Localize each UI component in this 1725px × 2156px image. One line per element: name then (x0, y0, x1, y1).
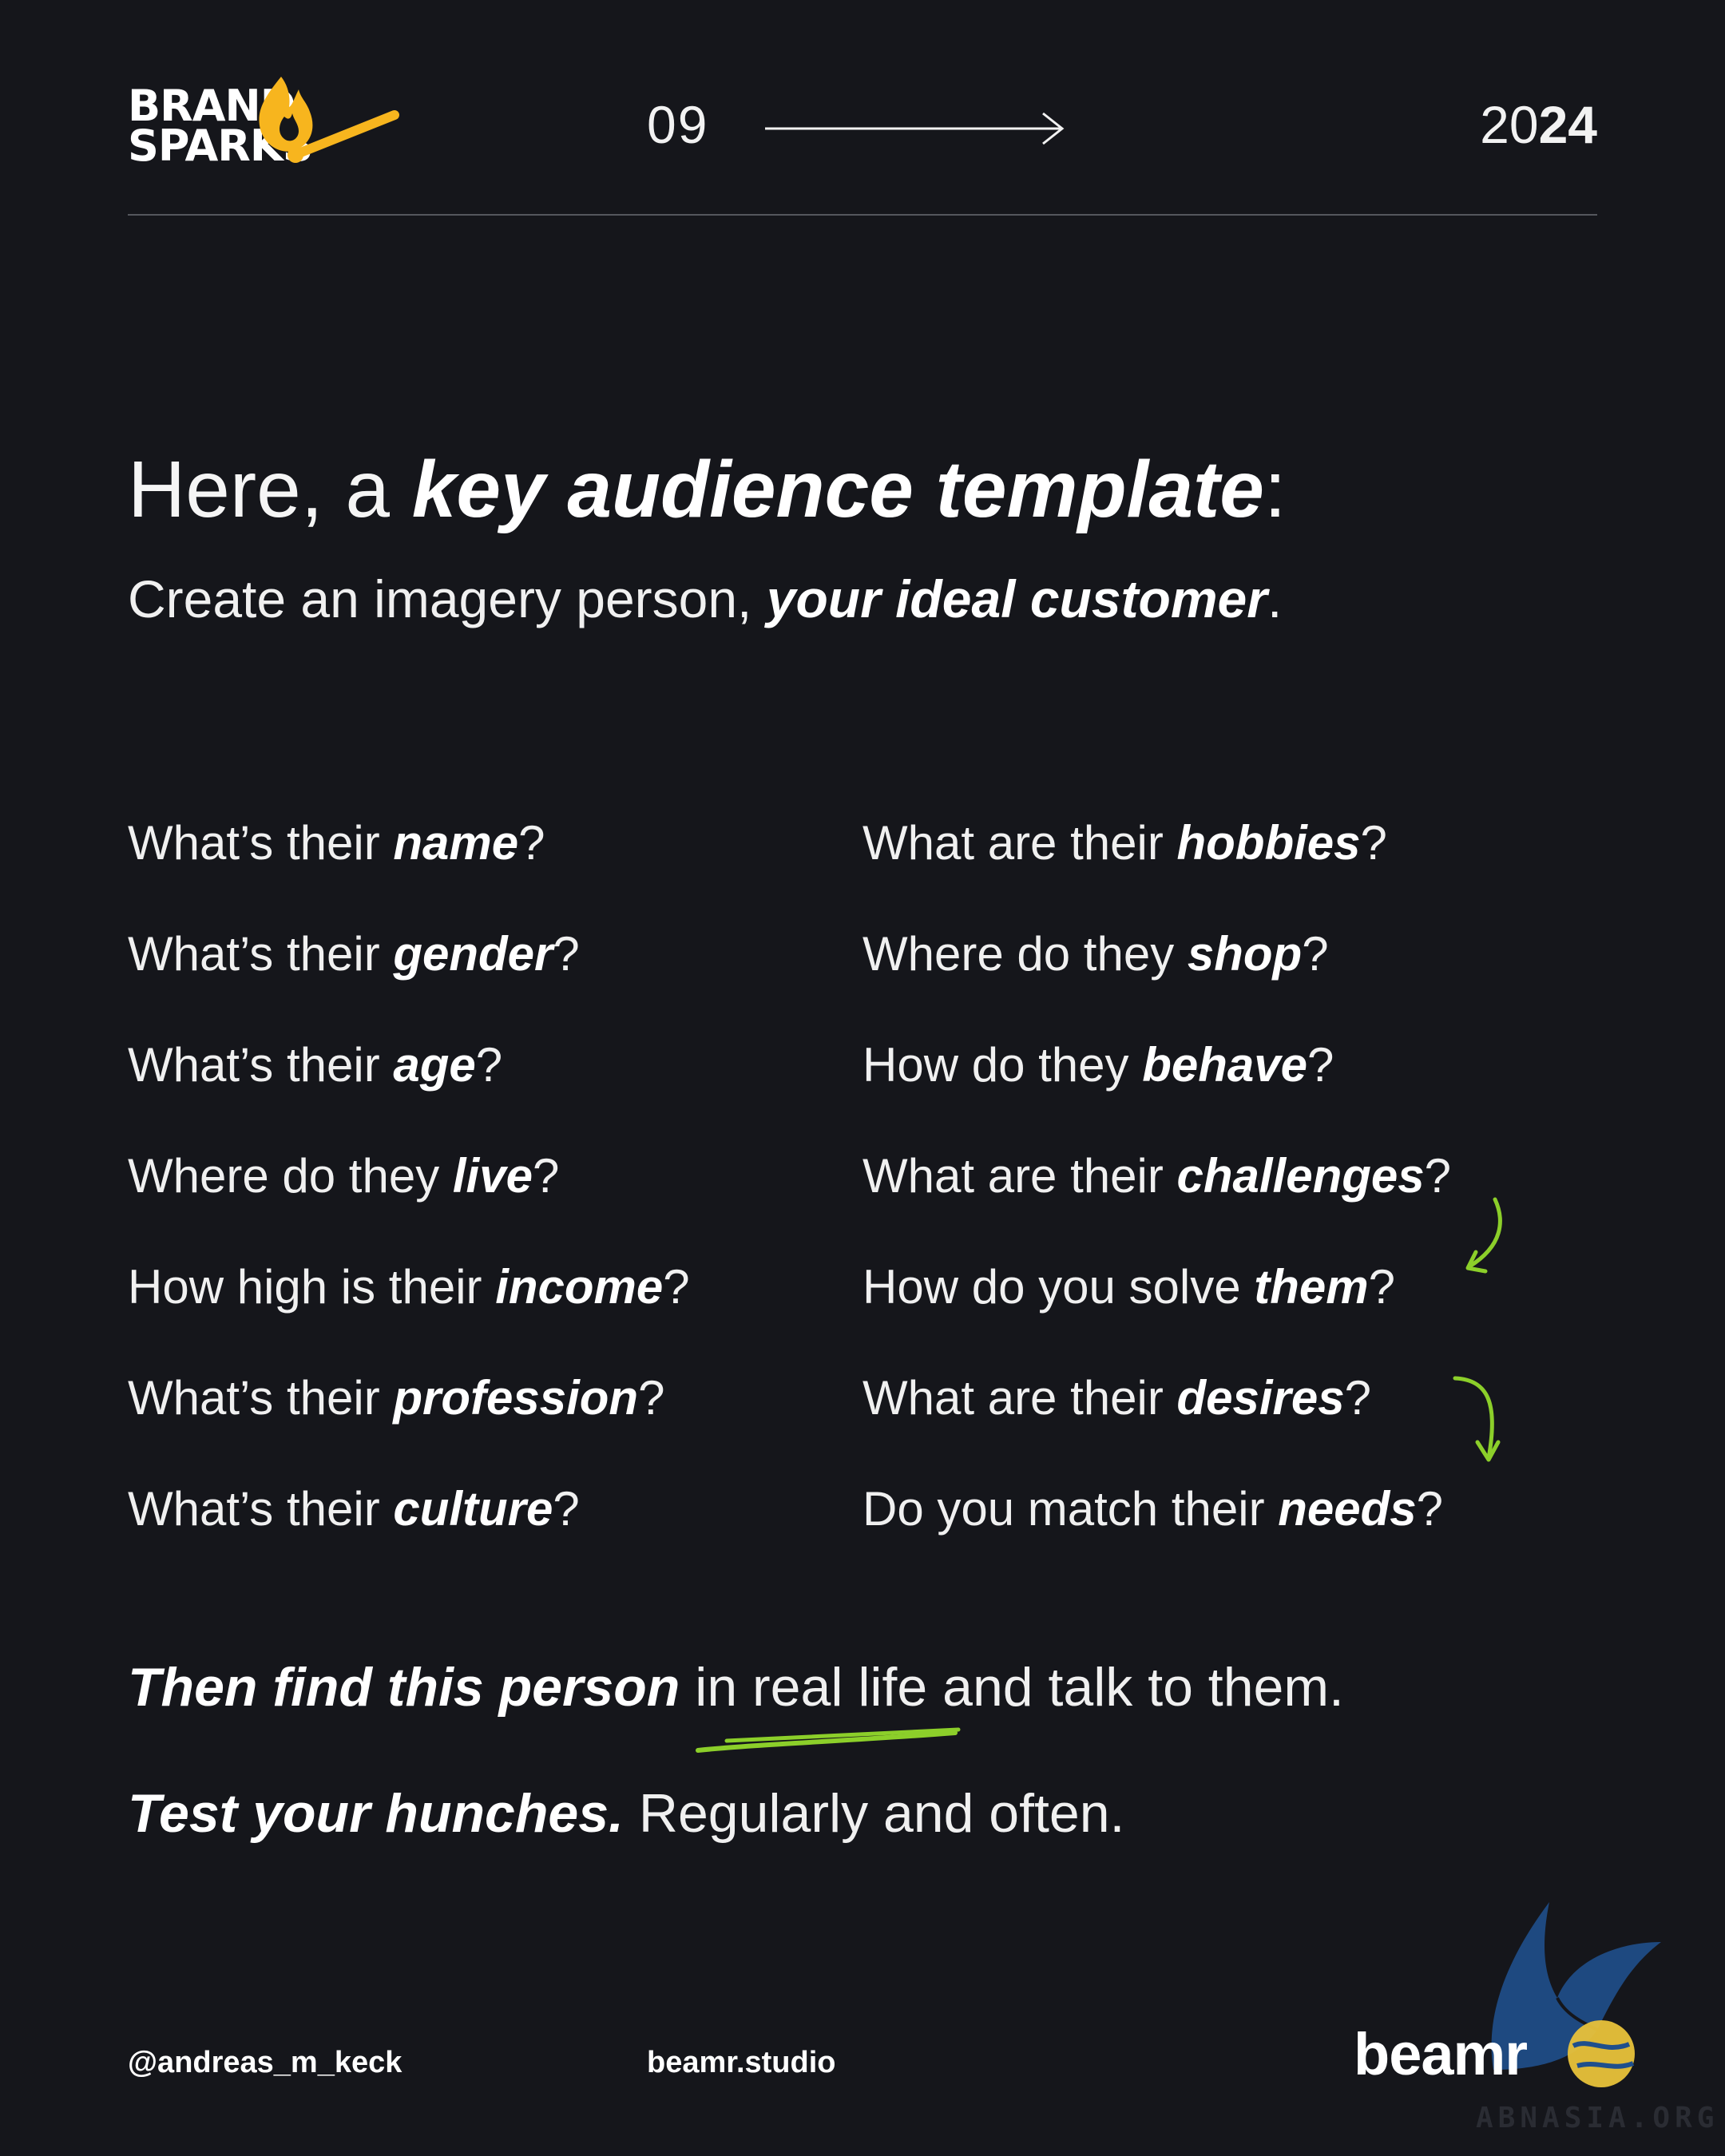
question-item: Do you match their needs? (862, 1482, 1444, 1536)
question-item: How high is their income? (128, 1260, 690, 1314)
questions-left-column: What’s their name? What’s their gender? … (128, 787, 690, 1564)
curved-arrow-down-left-icon (1465, 1197, 1502, 1274)
year: 2024 (1480, 94, 1597, 155)
watermark-text: ABNASIA.ORG (1476, 2102, 1719, 2134)
closing-line-2: Test your hunches. Regularly and often. (128, 1783, 1125, 1844)
year-bold: 24 (1538, 95, 1597, 154)
question-item: What are their challenges? (862, 1149, 1452, 1203)
arrow-right-icon (765, 112, 1065, 145)
question-item: What’s their gender? (128, 927, 580, 981)
question-item: Where do they live? (128, 1149, 560, 1203)
question-item: How do you solve them? (862, 1260, 1395, 1314)
questions-right-column: What are their hobbies? Where do they sh… (862, 787, 1451, 1564)
beamr-brand-logo: beamr (1354, 2021, 1528, 2087)
hand-drawn-underline-icon (696, 1727, 961, 1753)
page-subtitle: Create an imagery person, your ideal cus… (128, 569, 1283, 628)
question-item: What’s their name? (128, 816, 545, 870)
author-handle: @andreas_m_keck (128, 2046, 402, 2079)
question-item: What’s their age? (128, 1038, 503, 1092)
year-light: 20 (1480, 95, 1539, 154)
flame-match-icon (259, 77, 399, 163)
page-number: 09 (647, 95, 709, 154)
question-item: Where do they shop? (862, 927, 1329, 981)
closing-line-1: Then find this person in real life and t… (128, 1657, 1344, 1718)
question-item: What are their hobbies? (862, 816, 1387, 870)
header-divider (128, 214, 1597, 216)
curved-arrow-down-icon (1453, 1376, 1501, 1462)
question-item: What’s their culture? (128, 1482, 580, 1536)
website-link[interactable]: beamr.studio (647, 2046, 836, 2080)
question-item: What’s their profession? (128, 1371, 665, 1425)
question-item: What are their desires? (862, 1371, 1372, 1425)
page-title: Here, a key audience template: (128, 445, 1287, 534)
question-item: How do they behave? (862, 1038, 1334, 1092)
underlined-phrase: in real life (680, 1657, 928, 1718)
